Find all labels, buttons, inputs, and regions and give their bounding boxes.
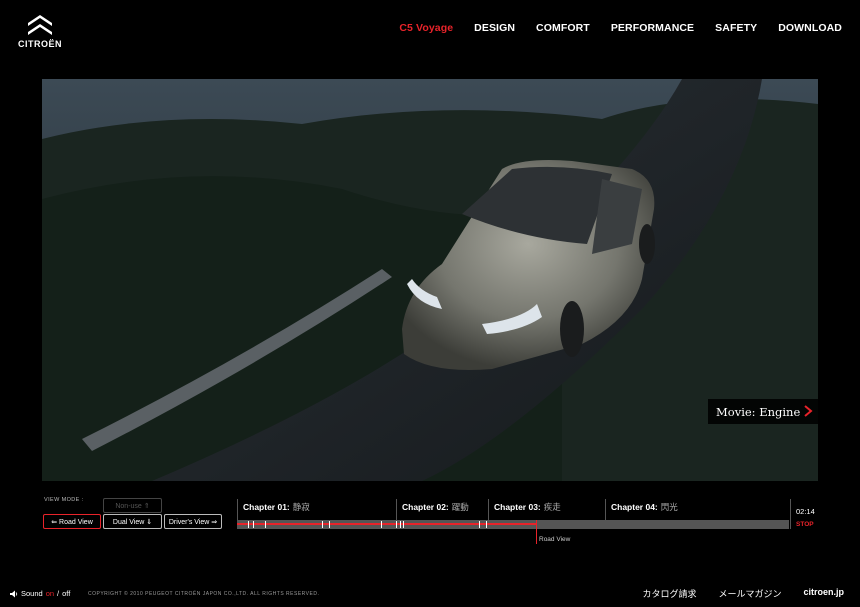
nav-comfort[interactable]: COMFORT <box>536 22 590 34</box>
timeline-tick <box>322 521 323 528</box>
mail-magazine-link[interactable]: メールマガジン <box>718 587 781 600</box>
nav-c5-voyage[interactable]: C5 Voyage <box>399 22 453 34</box>
movie-engine-button[interactable]: Movie: Engine <box>708 399 818 424</box>
timeline-progress <box>237 523 536 525</box>
chapter-title: 閃光 <box>660 502 678 512</box>
chapter-label: Chapter 03: <box>494 502 541 512</box>
timeline-tick <box>486 521 487 528</box>
timeline-tick <box>329 521 330 528</box>
sound-on-button[interactable]: on <box>46 589 54 598</box>
nav-design[interactable]: DESIGN <box>474 22 515 34</box>
drivers-view-button[interactable]: Driver's View ⇒ <box>164 514 222 529</box>
car-scene-image <box>42 79 818 481</box>
view-mode-label: VIEW MODE : <box>44 497 84 503</box>
road-view-button[interactable]: ⇐ Road View <box>43 514 101 529</box>
footer-links: カタログ請求 メールマガジン citroen.jp <box>642 587 844 600</box>
chapter-02[interactable]: Chapter 02: 躍動 <box>396 499 469 521</box>
dual-view-button[interactable]: Dual View ⇓ <box>103 514 162 529</box>
speaker-icon <box>10 590 18 597</box>
chapter-01[interactable]: Chapter 01: 静寂 <box>237 499 310 521</box>
logo-text: CITROËN <box>18 39 62 49</box>
chapter-title: 躍動 <box>451 502 469 512</box>
chapter-label: Chapter 01: <box>243 502 290 512</box>
double-chevron-icon <box>28 15 52 35</box>
timeline-tick <box>265 521 266 528</box>
timeline-track[interactable] <box>237 520 789 529</box>
nav-safety[interactable]: SAFETY <box>715 22 757 34</box>
citroen-logo[interactable]: CITROËN <box>14 12 66 52</box>
chapter-04[interactable]: Chapter 04: 閃光 <box>605 499 678 521</box>
chapter-label: Chapter 02: <box>402 502 449 512</box>
main-nav: C5 Voyage DESIGN COMFORT PERFORMANCE SAF… <box>378 22 842 34</box>
time-readout: 02:14 <box>796 507 815 516</box>
sound-toggle: Sound on / off <box>10 589 70 598</box>
chapter-list: Chapter 01: 静寂 Chapter 02: 躍動 Chapter 03: 疾… <box>237 499 789 521</box>
non-use-button[interactable]: Non-use ⇑ <box>103 498 162 513</box>
nav-performance[interactable]: PERFORMANCE <box>611 22 694 34</box>
stop-button[interactable]: STOP <box>796 521 814 528</box>
video-player[interactable]: Movie: Engine <box>42 79 818 481</box>
timeline-tick <box>381 521 382 528</box>
chapter-title: 静寂 <box>292 502 310 512</box>
catalog-request-link[interactable]: カタログ請求 <box>642 587 696 600</box>
movie-label-text: Movie: Engine <box>716 404 801 419</box>
nav-download[interactable]: DOWNLOAD <box>778 22 842 34</box>
sound-separator: / <box>57 589 60 598</box>
chapter-03[interactable]: Chapter 03: 疾走 <box>488 499 561 521</box>
timeline-tick <box>253 521 254 528</box>
timeline-tick <box>400 521 401 528</box>
playhead[interactable] <box>536 520 537 544</box>
timeline-tick <box>396 521 397 528</box>
timeline-tick <box>248 521 249 528</box>
sound-label: Sound <box>21 589 43 598</box>
timeline-end-divider <box>790 499 791 529</box>
chapter-label: Chapter 04: <box>611 502 658 512</box>
chevron-right-icon <box>804 405 813 417</box>
chapter-title: 疾走 <box>543 502 561 512</box>
copyright-text: COPYRIGHT © 2010 PEUGEOT CITROËN JAPON C… <box>88 591 320 597</box>
timeline-tick <box>403 521 404 528</box>
playhead-label: Road View <box>539 536 571 543</box>
sound-off-button[interactable]: off <box>62 589 70 598</box>
timeline-tick <box>479 521 480 528</box>
citroen-jp-link[interactable]: citroen.jp <box>803 587 844 600</box>
